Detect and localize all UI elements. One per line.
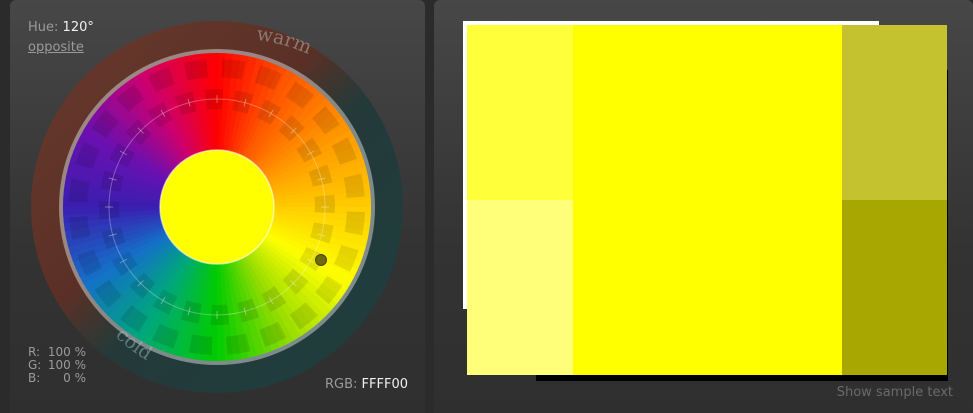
hue-shade-band <box>188 334 213 355</box>
selected-color-swatch <box>159 149 275 265</box>
color-wheel-panel: warm cold Hue: 120° opposite R: 100 % G: 1… <box>10 0 425 413</box>
hue-shade-band <box>343 173 365 198</box>
hue-shade-band <box>183 59 208 81</box>
hue-shade-band <box>344 211 365 236</box>
swatch-darker[interactable] <box>842 25 947 200</box>
hue-shade-band <box>221 59 246 80</box>
hue-marker-handle[interactable] <box>315 254 327 266</box>
rgb-hex-readout: RGB: FFFF00 <box>325 377 408 392</box>
hue-label: Hue: <box>28 20 59 35</box>
b-label: B: <box>28 371 41 385</box>
color-scheme-preview-panel: Show sample text <box>434 0 973 413</box>
hue-shade-band <box>69 216 91 241</box>
swatch-darkest[interactable] <box>842 200 947 375</box>
hue-shade-band <box>69 178 90 203</box>
rgb-percent-readout: R: 100 % G: 100 % B: 0 % <box>28 346 86 385</box>
hue-readout: Hue: 120° <box>28 20 94 35</box>
swatch-lighter[interactable] <box>467 25 573 200</box>
swatch-main[interactable] <box>573 25 842 375</box>
swatch-lightest[interactable] <box>467 200 573 375</box>
hue-value: 120° <box>62 20 94 35</box>
opposite-link[interactable]: opposite <box>28 40 84 55</box>
rgb-hex-label: RGB: <box>325 377 358 392</box>
hue-shade-band <box>226 333 251 355</box>
show-sample-text-link[interactable]: Show sample text <box>837 385 953 400</box>
b-value: 0 % <box>63 371 86 385</box>
rgb-hex-value: FFFF00 <box>361 377 408 392</box>
